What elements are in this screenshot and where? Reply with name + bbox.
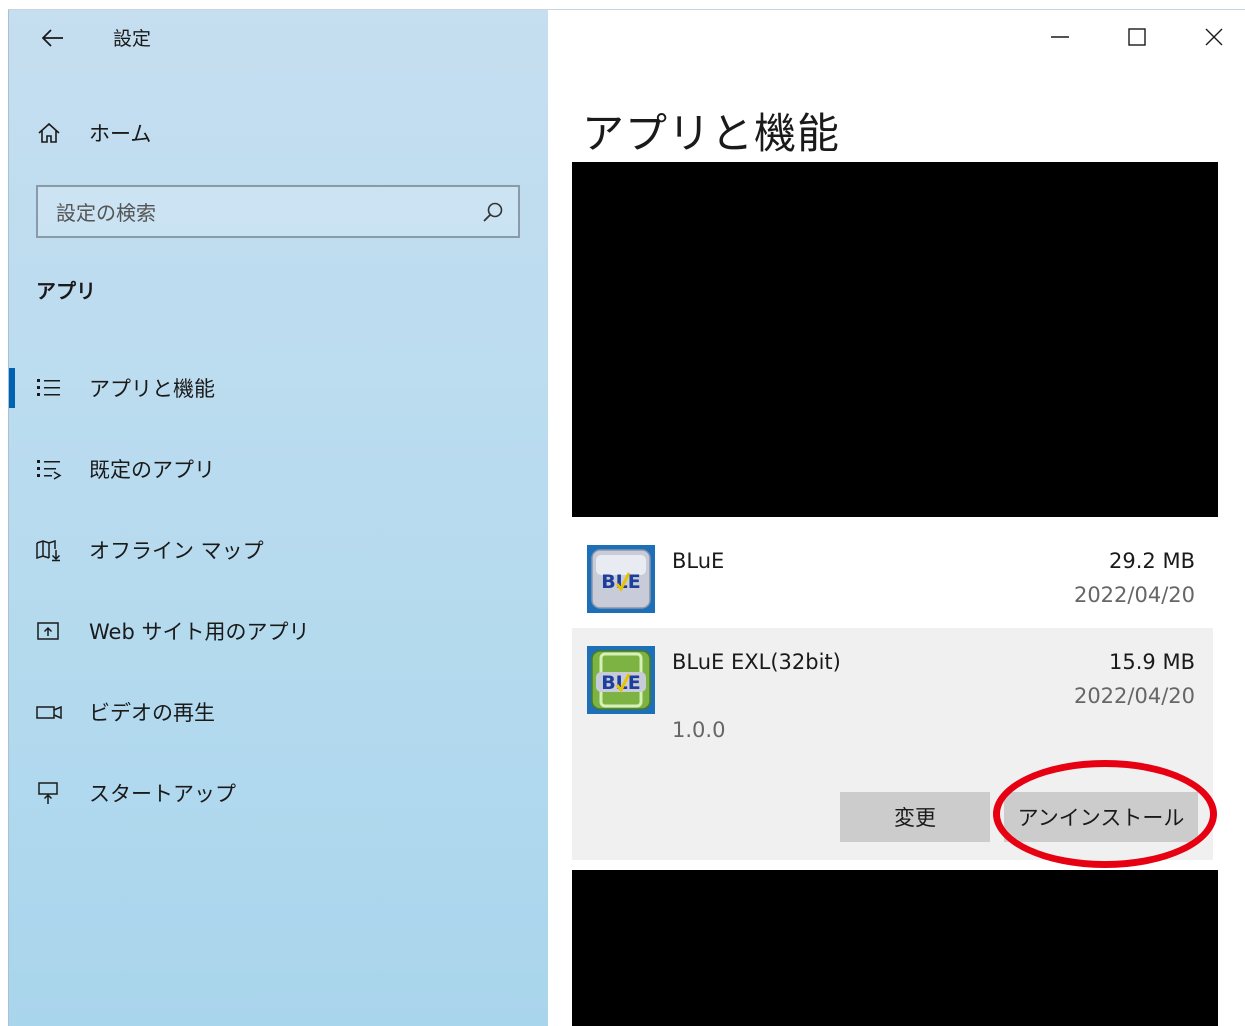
selection-indicator [9,368,15,408]
sidebar-item-startup[interactable]: スタートアップ [9,770,548,816]
offline-maps-icon [36,539,61,562]
default-apps-icon [37,460,62,480]
search-icon[interactable] [482,201,504,223]
uninstall-button[interactable]: アンインストール [1004,792,1198,842]
app-install-date: 2022/04/20 [1073,583,1195,607]
sidebar-item-home[interactable]: ホーム [9,110,548,156]
redacted-region [572,870,1218,1026]
app-name: BLuE EXL(32bit) [672,650,841,674]
sidebar-item-label: ホーム [89,122,152,146]
maximize-icon [1128,28,1146,46]
sidebar-item-offline-maps[interactable]: オフライン マップ [9,527,548,573]
modify-button[interactable]: 変更 [840,792,990,842]
app-list-item-expanded[interactable]: BLE BLuE EXL(32bit) 15.9 MB 2022/04/20 1… [572,628,1213,860]
back-arrow-icon [42,29,63,47]
app-size: 29.2 MB [1109,549,1195,573]
app-name: BLuE [672,549,725,573]
section-header-apps: アプリ [36,279,96,303]
sidebar-item-apps-for-websites[interactable]: Web サイト用のアプリ [9,608,548,654]
page-title: アプリと機能 [582,109,841,158]
sidebar-item-label: Web サイト用のアプリ [89,620,310,644]
sidebar-item-label: スタートアップ [89,782,236,806]
back-button[interactable] [33,20,73,56]
blue-app-icon: BLE [587,545,655,613]
redacted-region [572,162,1218,517]
sidebar-item-default-apps[interactable]: 既定のアプリ [9,446,548,492]
maximize-button[interactable] [1107,12,1167,62]
apps-features-icon [37,379,60,396]
sidebar-item-video-playback[interactable]: ビデオの再生 [9,689,548,735]
startup-icon [38,782,58,804]
sidebar-item-label: アプリと機能 [89,377,215,401]
minimize-icon [1051,36,1069,38]
blue-exl-app-icon: BLE [587,646,655,714]
sidebar-item-apps-features[interactable]: アプリと機能 [9,365,548,411]
settings-search-box[interactable] [36,185,520,238]
close-icon [1205,28,1223,46]
sidebar-item-label: 既定のアプリ [89,458,215,482]
sidebar-item-label: ビデオの再生 [89,701,215,725]
search-input[interactable] [38,187,488,238]
app-install-date: 2022/04/20 [1073,684,1195,708]
sidebar: 設定 ホーム アプリ アプリと機能 [9,10,548,1026]
app-version: 1.0.0 [672,718,726,742]
app-list-item[interactable]: BLE BLuE 29.2 MB 2022/04/20 [572,527,1213,625]
close-button[interactable] [1184,12,1244,62]
video-playback-icon [36,705,62,720]
window-title: 設定 [113,28,152,50]
sidebar-item-label: オフライン マップ [89,539,264,563]
home-icon [38,122,60,143]
app-size: 15.9 MB [1109,650,1195,674]
apps-for-websites-icon [37,622,59,640]
minimize-button[interactable] [1030,12,1090,62]
